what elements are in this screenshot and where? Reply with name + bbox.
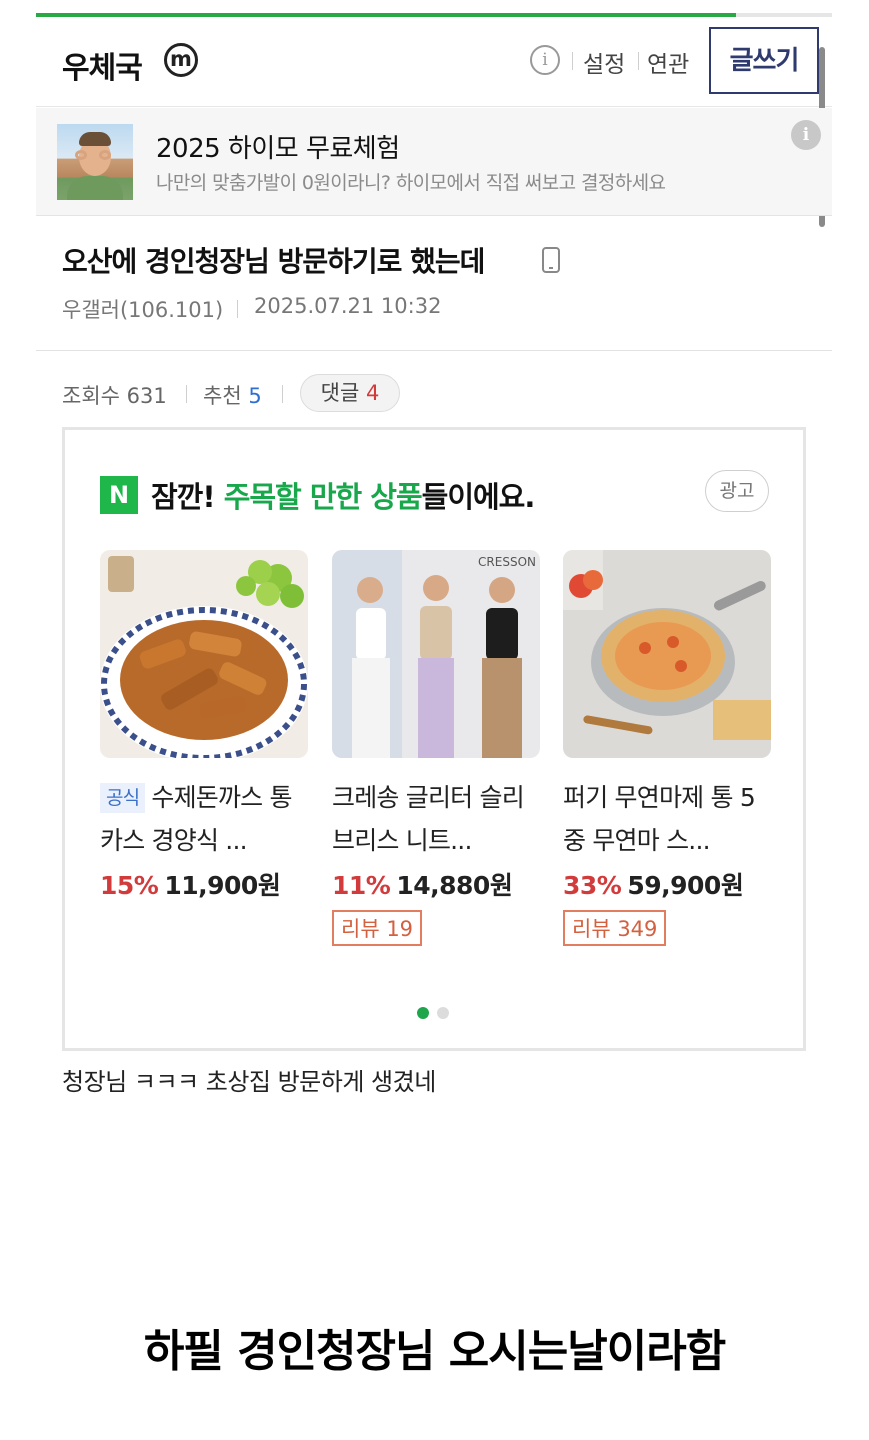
carousel-dot[interactable] <box>437 1007 449 1019</box>
section-divider <box>36 350 832 351</box>
product-price: 11% 14,880원 <box>332 866 540 902</box>
minor-gallery-badge-icon: m <box>164 43 198 77</box>
ad-title-prefix: 잠깐! <box>151 480 224 514</box>
brand-watermark: CRESSON <box>478 555 536 569</box>
review-count-badge: 리뷰 349 <box>563 910 667 946</box>
divider <box>572 52 573 70</box>
write-post-button[interactable]: 글쓰기 <box>709 27 819 94</box>
product-price: 15% 11,900원 <box>100 866 308 902</box>
review-count-badge: 리뷰 19 <box>332 910 423 946</box>
product-image-pot[interactable] <box>563 550 771 758</box>
product-name[interactable]: 크레송 글리터 슬리브리스 니트... <box>332 776 540 862</box>
divider <box>638 52 639 70</box>
recommend-count: 5 <box>248 384 262 408</box>
comment-count: 4 <box>365 381 380 405</box>
official-badge: 공식 <box>100 783 146 813</box>
mobile-post-icon <box>542 247 560 273</box>
product-price-value: 11,900원 <box>164 871 281 900</box>
product-discount: 15% <box>100 871 159 900</box>
ad-label-button[interactable]: 광고 <box>705 470 769 512</box>
product-discount: 11% <box>332 871 391 900</box>
product-card[interactable]: 퍼기 무연마제 통 5중 무연마 스... 33% 59,900원 리뷰 349 <box>563 550 771 946</box>
product-card[interactable]: CRESSON 크레송 글리터 슬리브리스 니트... 11% 14,880원 리… <box>332 550 540 946</box>
divider <box>282 385 283 403</box>
comment-button[interactable]: 댓글 4 <box>300 374 400 412</box>
product-name[interactable]: 퍼기 무연마제 통 5중 무연마 스... <box>563 776 771 862</box>
post-datetime: 2025.07.21 10:32 <box>254 294 442 318</box>
product-price: 33% 59,900원 <box>563 866 771 902</box>
product-price-value: 59,900원 <box>627 871 744 900</box>
post-author[interactable]: 우갤러(106.101) <box>62 294 223 324</box>
view-count: 조회수 631 <box>62 384 167 408</box>
recommend-stat: 추천 5 <box>203 380 262 410</box>
post-title: 오산에 경인청장님 방문하기로 했는데 <box>62 245 485 278</box>
product-discount: 33% <box>563 871 622 900</box>
gallery-header: 우체국 m i 설정 연관 글쓰기 <box>36 17 832 107</box>
product-image-cutlet[interactable] <box>100 550 308 758</box>
ad-title-highlight: 주목할 만한 상품 <box>223 480 423 514</box>
comment-label: 댓글 <box>320 381 360 405</box>
ad-title: 잠깐! 주목할 만한 상품들이에요. <box>151 474 536 516</box>
divider <box>186 385 187 403</box>
recommend-label: 추천 <box>203 384 242 408</box>
product-price-value: 14,880원 <box>396 871 513 900</box>
image-caption: 하필 경인청장님 오시는날이라함 <box>143 1326 726 1377</box>
settings-link[interactable]: 설정 <box>583 45 625 79</box>
product-card[interactable]: 공식 수제돈까스 통카스 경양식 ... 15% 11,900원 <box>100 550 308 902</box>
info-icon[interactable]: i <box>530 45 560 75</box>
promo-title: 2025 하이모 무료체험 <box>156 134 400 164</box>
promo-banner[interactable]: 2025 하이모 무료체험 나만의 맞춤가발이 0원이라니? 하이모에서 직접 … <box>36 108 832 216</box>
product-image-knit[interactable]: CRESSON <box>332 550 540 758</box>
carousel-dot-active[interactable] <box>417 1007 429 1019</box>
promo-subtitle: 나만의 맞춤가발이 0원이라니? 하이모에서 직접 써보고 결정하세요 <box>156 172 666 194</box>
promo-thumbnail <box>57 124 133 200</box>
ad-info-icon[interactable]: i <box>791 120 821 150</box>
post-body: 청장님 ㅋㅋㅋ 초상집 방문하게 생겼네 <box>62 1068 436 1096</box>
ad-title-suffix: 들이에요. <box>421 480 536 514</box>
divider <box>237 300 238 318</box>
gallery-name[interactable]: 우체국 <box>62 43 143 87</box>
product-ad-box: N 잠깐! 주목할 만한 상품들이에요. 광고 공식 수제돈까스 통카스 경양식 … <box>62 427 806 1051</box>
related-link[interactable]: 연관 <box>647 45 689 79</box>
carousel-pagination <box>417 1004 457 1023</box>
product-name[interactable]: 공식 수제돈까스 통카스 경양식 ... <box>100 776 308 862</box>
naver-logo-icon: N <box>100 476 138 514</box>
